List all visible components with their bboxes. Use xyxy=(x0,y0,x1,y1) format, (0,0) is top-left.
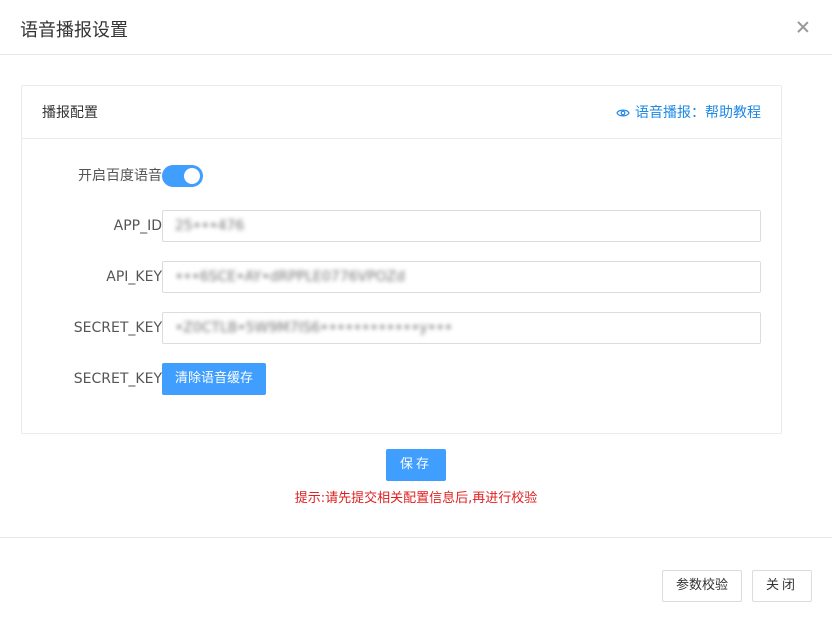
api-key-row: API_KEY •••6SCE•AY•dRPPLE0776VPOZd xyxy=(22,261,781,293)
card-header: 播报配置 语音播报：帮助教程 xyxy=(22,86,781,139)
baidu-voice-label: 开启百度语音 xyxy=(78,168,162,184)
close-icon[interactable] xyxy=(794,18,812,36)
save-button[interactable]: 保存 xyxy=(386,449,446,481)
dialog-footer: 参数校验 关闭 xyxy=(0,537,832,623)
api-key-value: •••6SCE•AY•dRPPLE0776VPOZd xyxy=(175,269,406,285)
app-id-label: APP_ID xyxy=(113,218,162,234)
dialog-header: 语音播报设置 xyxy=(0,0,832,55)
secret-key-input[interactable]: •Z0CTLB•5W9M7IS6••••••••••••y••• xyxy=(162,312,761,344)
secret-key-label: SECRET_KEY xyxy=(73,320,162,336)
eye-icon xyxy=(616,109,630,117)
help-tutorial-link[interactable]: 语音播报：帮助教程 xyxy=(616,104,761,122)
secret-key-value: •Z0CTLB•5W9M7IS6••••••••••••y••• xyxy=(175,320,453,336)
app-id-row: APP_ID 25•••476 xyxy=(22,210,781,242)
card-title: 播报配置 xyxy=(42,105,98,121)
clear-voice-cache-button[interactable]: 清除语音缓存 xyxy=(162,363,266,395)
baidu-voice-toggle[interactable] xyxy=(162,165,203,187)
voice-broadcast-settings-dialog: 语音播报设置 播报配置 语音播报：帮助教程 开启百度语音 APP_ID 25••… xyxy=(0,0,832,623)
secret-key-row: SECRET_KEY •Z0CTLB•5W9M7IS6••••••••••••y… xyxy=(22,312,781,344)
api-key-input[interactable]: •••6SCE•AY•dRPPLE0776VPOZd xyxy=(162,261,761,293)
app-id-input[interactable]: 25•••476 xyxy=(162,210,761,242)
verify-params-button[interactable]: 参数校验 xyxy=(662,570,742,602)
app-id-value: 25•••476 xyxy=(175,218,245,234)
clear-cache-label: SECRET_KEY xyxy=(73,371,162,387)
help-link-label: 语音播报：帮助教程 xyxy=(635,105,761,121)
dialog-title: 语音播报设置 xyxy=(20,20,128,41)
broadcast-config-card: 播报配置 语音播报：帮助教程 开启百度语音 APP_ID 25•••476 AP… xyxy=(21,85,782,434)
api-key-label: API_KEY xyxy=(106,269,162,285)
submit-hint-text: 提示:请先提交相关配置信息后,再进行校验 xyxy=(294,491,538,506)
close-button[interactable]: 关闭 xyxy=(752,570,812,602)
toggle-knob xyxy=(184,168,200,184)
baidu-voice-row: 开启百度语音 xyxy=(22,160,781,192)
clear-cache-row: SECRET_KEY 清除语音缓存 xyxy=(22,363,781,395)
